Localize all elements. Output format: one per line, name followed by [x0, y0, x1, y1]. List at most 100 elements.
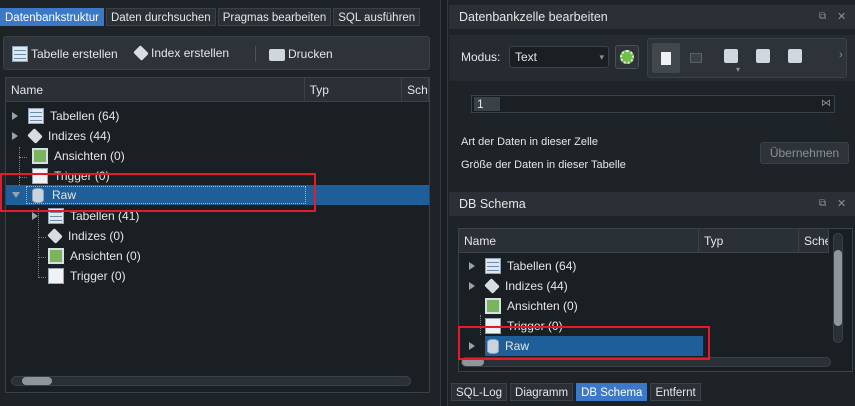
- toolbar-separator: [255, 46, 256, 62]
- highlight-box-raw: [458, 326, 710, 360]
- index-icon: [47, 228, 63, 244]
- export-icon[interactable]: [756, 49, 770, 63]
- cell-editor[interactable]: 1 ⋈: [471, 95, 835, 113]
- tree-item-raw-triggers[interactable]: Trigger (0): [48, 266, 126, 286]
- view-icon: [32, 148, 48, 164]
- tree-item-label: Indizes (44): [48, 129, 111, 143]
- expand-arrow-icon[interactable]: [32, 212, 38, 220]
- expand-arrow-icon[interactable]: [12, 132, 18, 140]
- close-icon[interactable]: ✕: [837, 10, 846, 23]
- tree-line: [38, 257, 46, 258]
- float-icon[interactable]: ⧉: [819, 11, 826, 22]
- table-icon: [28, 108, 44, 124]
- chevron-right-icon[interactable]: ›: [839, 49, 843, 61]
- chevron-down-icon: ▾: [599, 52, 604, 62]
- tree-item-label: Tabellen (64): [507, 259, 577, 273]
- structure-tree[interactable]: Name Typ Sch Tabellen (64) Indizes (44) …: [5, 77, 430, 393]
- panel-splitter[interactable]: [440, 0, 448, 406]
- column-type-header[interactable]: Typ: [305, 77, 403, 102]
- data-size-label: Größe der Daten in dieser Tabelle: [461, 159, 626, 171]
- db-schema-title: DB Schema: [449, 192, 855, 216]
- tab-sql-log[interactable]: SQL-Log: [451, 383, 508, 401]
- column-schema-header[interactable]: Sche: [799, 228, 829, 253]
- tab-browse-data[interactable]: Daten durchsuchen: [105, 8, 216, 26]
- left-tabbar: Datenbankstruktur Daten durchsuchen Prag…: [0, 8, 422, 26]
- column-type-header[interactable]: Typ: [699, 228, 799, 253]
- edit-cell-title: Datenbankzelle bearbeiten: [449, 5, 855, 29]
- index-icon: [484, 278, 500, 294]
- tree-item-views[interactable]: Ansichten (0): [32, 146, 125, 166]
- tab-database-structure[interactable]: Datenbankstruktur: [0, 8, 104, 26]
- chevron-down-icon[interactable]: ▾: [736, 65, 740, 74]
- tree-item-label: Ansichten (0): [507, 299, 578, 313]
- tree-item-label: Ansichten (0): [70, 249, 141, 263]
- text-mode-button[interactable]: [652, 43, 680, 73]
- close-icon[interactable]: ✕: [837, 197, 846, 210]
- column-schema-header[interactable]: Sch: [402, 77, 429, 102]
- expand-arrow-icon[interactable]: [12, 112, 18, 120]
- create-index-label: Index erstellen: [151, 46, 230, 60]
- print-button[interactable]: Drucken: [269, 46, 333, 61]
- tree-item-label: Indizes (0): [68, 229, 125, 243]
- data-type-label: Art der Daten in dieser Zelle: [461, 136, 598, 148]
- column-name-header[interactable]: Name: [6, 77, 305, 102]
- scrollbar-thumb[interactable]: [834, 250, 842, 326]
- tree-item-raw-views[interactable]: Ansichten (0): [48, 246, 141, 266]
- format-toolbar: ▾: [647, 38, 847, 78]
- gear-icon: [620, 50, 634, 64]
- auto-format-button[interactable]: [615, 45, 639, 69]
- mode-select[interactable]: Text ▾: [509, 46, 609, 68]
- cell-value: 1: [474, 97, 500, 111]
- scrollbar-thumb[interactable]: [22, 377, 52, 385]
- view-icon: [485, 298, 501, 314]
- tree-line: [38, 277, 46, 278]
- apply-button[interactable]: Übernehmen: [760, 142, 849, 164]
- resize-grip-icon[interactable]: ⋈: [821, 98, 831, 110]
- tree-item-indices[interactable]: Indizes (44): [12, 126, 111, 146]
- terminal-icon[interactable]: [690, 53, 702, 63]
- tree-item-label: Tabellen (64): [50, 109, 120, 123]
- float-icon[interactable]: ⧉: [819, 198, 826, 209]
- schema-item-indices[interactable]: Indizes (44): [469, 276, 568, 296]
- tab-remote[interactable]: Entfernt: [650, 383, 701, 401]
- create-table-button[interactable]: Tabelle erstellen: [12, 46, 118, 62]
- trigger-icon: [48, 268, 64, 284]
- print-label: Drucken: [288, 46, 333, 61]
- mode-select-value: Text: [515, 50, 538, 64]
- highlight-box-raw: [0, 173, 316, 212]
- db-schema-panel: DB Schema ⧉ ✕ Name Typ Sche Tabellen (64…: [449, 192, 855, 382]
- create-index-button[interactable]: Index erstellen: [133, 45, 230, 61]
- tree-line: [19, 157, 27, 158]
- tab-db-schema[interactable]: DB Schema: [576, 383, 648, 401]
- view-icon: [48, 248, 64, 264]
- tree-item-tables[interactable]: Tabellen (64): [12, 106, 119, 126]
- bottom-tabbar: SQL-Log Diagramm DB Schema Entfernt: [449, 383, 855, 406]
- import-icon[interactable]: [724, 49, 738, 63]
- expand-arrow-icon[interactable]: [469, 262, 475, 270]
- create-index-icon: [133, 45, 149, 61]
- horizontal-scrollbar[interactable]: [11, 376, 411, 386]
- left-panel: Datenbankstruktur Daten durchsuchen Prag…: [0, 0, 440, 406]
- tree-item-raw-indices[interactable]: Indizes (0): [47, 226, 125, 246]
- create-table-label: Tabelle erstellen: [31, 47, 118, 61]
- schema-item-views[interactable]: Ansichten (0): [485, 296, 578, 316]
- schema-item-tables[interactable]: Tabellen (64): [469, 256, 576, 276]
- set-null-icon[interactable]: [788, 49, 802, 63]
- column-name-header[interactable]: Name: [459, 228, 699, 253]
- tree-item-label: Indizes (44): [505, 279, 568, 293]
- tab-execute-sql[interactable]: SQL ausführen: [333, 8, 421, 26]
- tree-item-label: Trigger (0): [70, 269, 126, 283]
- tab-plot[interactable]: Diagramm: [510, 383, 574, 401]
- tab-edit-pragmas[interactable]: Pragmas bearbeiten: [217, 8, 332, 26]
- schema-tree-header: Name Typ Sche: [459, 228, 829, 253]
- edit-cell-panel: Datenbankzelle bearbeiten ⧉ ✕ Modus: Tex…: [449, 5, 855, 185]
- print-icon: [269, 49, 285, 61]
- tree-line: [38, 237, 46, 238]
- structure-toolbar: Tabelle erstellen Index erstellen Drucke…: [3, 36, 430, 70]
- expand-arrow-icon[interactable]: [469, 282, 475, 290]
- tree-item-label: Ansichten (0): [54, 149, 125, 163]
- mode-label: Modus:: [461, 50, 501, 64]
- structure-tree-header: Name Typ Sch: [6, 77, 429, 102]
- create-table-icon: [12, 46, 28, 62]
- vertical-scrollbar[interactable]: [833, 233, 843, 343]
